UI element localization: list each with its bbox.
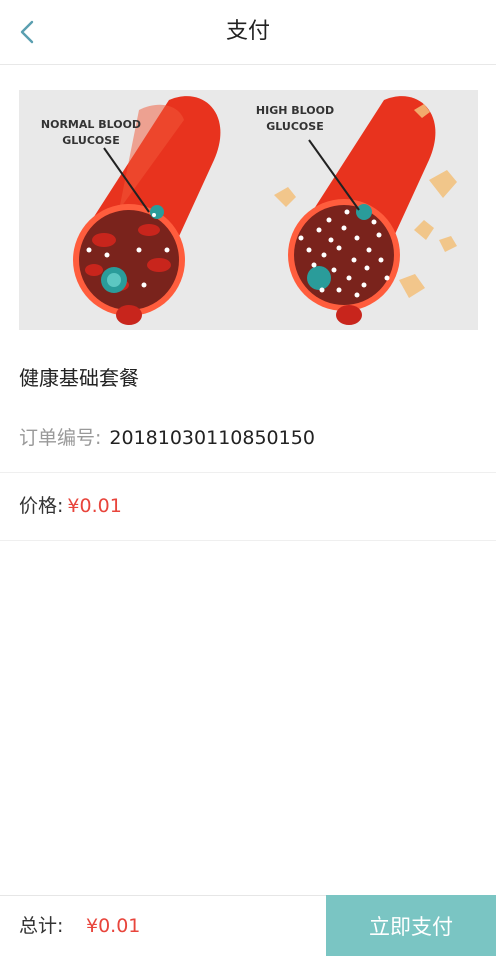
checkout-footer: 总计: ¥0.01 立即支付	[0, 895, 496, 956]
product-banner-image: NORMAL BLOOD GLUCOSE HIGH BLOOD GLUCOSE	[19, 90, 478, 330]
blood-glucose-illustration: NORMAL BLOOD GLUCOSE HIGH BLOOD GLUCOSE	[19, 90, 478, 330]
package-name: 健康基础套餐	[19, 366, 139, 390]
svg-text:HIGH BLOOD: HIGH BLOOD	[256, 104, 334, 117]
pay-now-button[interactable]: 立即支付	[326, 895, 496, 956]
total-value: ¥0.01	[86, 915, 141, 937]
svg-text:NORMAL BLOOD: NORMAL BLOOD	[41, 118, 141, 131]
divider	[0, 472, 496, 473]
order-number-label: 订单编号:	[19, 427, 102, 449]
page-title: 支付	[225, 19, 270, 44]
price-value: ¥0.01	[67, 495, 122, 517]
order-number-row: 订单编号: 20181030110850150	[19, 424, 315, 452]
svg-text:GLUCOSE: GLUCOSE	[266, 120, 323, 133]
total-label: 总计:	[19, 915, 64, 937]
price-label: 价格:	[19, 495, 64, 517]
svg-text:GLUCOSE: GLUCOSE	[62, 134, 119, 147]
top-nav-bar: 支付	[0, 0, 496, 65]
price-row: 价格: ¥0.01	[19, 492, 122, 520]
divider	[0, 540, 496, 541]
order-number-value: 20181030110850150	[109, 427, 315, 449]
